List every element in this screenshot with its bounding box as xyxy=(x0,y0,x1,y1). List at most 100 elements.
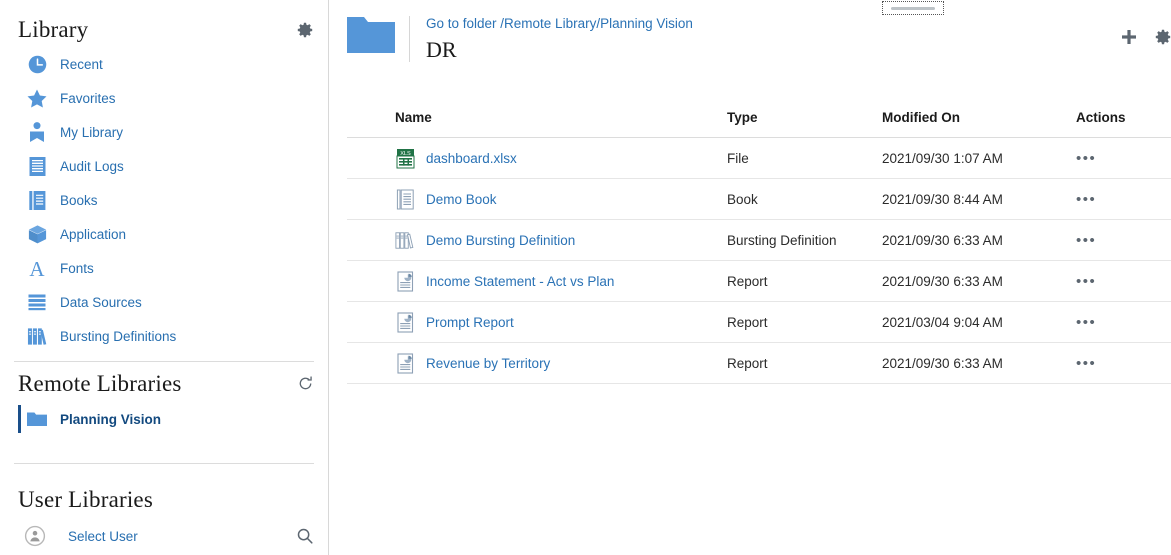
table-row[interactable]: Revenue by Territory Report 2021/09/30 6… xyxy=(347,342,1171,384)
sidebar-item-recent[interactable]: Recent xyxy=(0,47,328,81)
row-actions-button[interactable]: ••• xyxy=(1076,274,1096,289)
divider xyxy=(14,463,314,464)
cell-type: Report xyxy=(727,342,882,384)
cell-modified-on: 2021/09/30 6:33 AM xyxy=(882,219,1072,261)
select-user-row[interactable]: Select User xyxy=(0,517,328,555)
user-circle-icon xyxy=(24,525,46,547)
cell-name: Revenue by Territory xyxy=(347,342,727,384)
sidebar-item-label: Books xyxy=(60,192,98,208)
lines-document-icon xyxy=(26,155,48,177)
sidebar-item-label: Data Sources xyxy=(60,294,142,310)
report-icon xyxy=(395,311,415,333)
library-nav-list: Recent Favorites My Library Audit Logs B… xyxy=(0,47,328,353)
cell-name: Demo Bursting Definition xyxy=(347,219,727,261)
folder-icon xyxy=(26,408,48,430)
sidebar-item-data-sources[interactable]: Data Sources xyxy=(0,285,328,319)
table-row[interactable]: Demo Book Book 2021/09/30 8:44 AM ••• xyxy=(347,178,1171,220)
file-name-link[interactable]: Demo Book xyxy=(426,192,497,207)
remote-libraries-header: Remote Libraries xyxy=(0,362,328,397)
file-name-link[interactable]: Income Statement - Act vs Plan xyxy=(426,274,614,289)
remote-libraries-list: Planning Vision xyxy=(0,403,328,435)
user-libraries-header: User Libraries xyxy=(0,478,328,517)
cell-actions: ••• xyxy=(1072,342,1171,384)
cube-icon xyxy=(26,223,48,245)
sidebar-item-label: Application xyxy=(60,226,127,242)
cell-type: File xyxy=(727,137,882,179)
file-table: Name Type Modified On Actions XLS dashbo… xyxy=(347,110,1171,384)
row-actions-button[interactable]: ••• xyxy=(1076,356,1096,371)
sidebar-item-label: Favorites xyxy=(60,90,116,106)
sidebar-item-planning-vision[interactable]: Planning Vision xyxy=(0,403,328,435)
column-header-type[interactable]: Type xyxy=(727,110,882,138)
cell-name: Income Statement - Act vs Plan xyxy=(347,260,727,302)
gear-icon[interactable] xyxy=(1154,28,1171,46)
search-icon[interactable] xyxy=(296,527,314,545)
row-actions-button[interactable]: ••• xyxy=(1076,233,1096,248)
library-title: Library xyxy=(18,17,89,42)
report-icon xyxy=(395,270,415,292)
letter-a-icon: A xyxy=(26,257,48,279)
page-title: DR xyxy=(426,36,457,62)
column-header-actions: Actions xyxy=(1072,110,1171,138)
sidebar: Library Recent Favorites My Library Audi… xyxy=(0,0,329,555)
stacked-bars-icon xyxy=(26,291,48,313)
cell-actions: ••• xyxy=(1072,301,1171,343)
cell-modified-on: 2021/09/30 8:44 AM xyxy=(882,178,1072,220)
cell-name: XLS dashboard.xlsx xyxy=(347,137,727,179)
library-header: Library xyxy=(0,0,328,41)
table-row[interactable]: Demo Bursting Definition Bursting Defini… xyxy=(347,219,1171,261)
sidebar-item-label: Recent xyxy=(60,56,103,72)
books-shelf-icon xyxy=(395,229,415,251)
star-icon xyxy=(26,87,48,109)
cell-type: Report xyxy=(727,260,882,302)
sidebar-item-books[interactable]: Books xyxy=(0,183,328,217)
cell-name: Prompt Report xyxy=(347,301,727,343)
clock-icon xyxy=(26,53,48,75)
sidebar-item-favorites[interactable]: Favorites xyxy=(0,81,328,115)
cell-type: Report xyxy=(727,301,882,343)
row-actions-button[interactable]: ••• xyxy=(1076,192,1096,207)
select-user-label: Select User xyxy=(68,528,138,544)
gear-icon[interactable] xyxy=(296,21,314,39)
row-actions-button[interactable]: ••• xyxy=(1076,151,1096,166)
file-name-link[interactable]: Prompt Report xyxy=(426,315,514,330)
file-name-link[interactable]: Demo Bursting Definition xyxy=(426,233,575,248)
cell-actions: ••• xyxy=(1072,178,1171,220)
user-libraries-title: User Libraries xyxy=(18,487,153,512)
book-icon xyxy=(395,188,415,210)
breadcrumb[interactable]: Go to folder /Remote Library/Planning Vi… xyxy=(426,16,693,33)
table-row[interactable]: Prompt Report Report 2021/03/04 9:04 AM … xyxy=(347,301,1171,343)
cell-actions: ••• xyxy=(1072,219,1171,261)
table-row[interactable]: XLS dashboard.xlsx File 2021/09/30 1:07 … xyxy=(347,137,1171,179)
library-browser: Library Recent Favorites My Library Audi… xyxy=(0,0,1171,555)
file-name-link[interactable]: Revenue by Territory xyxy=(426,356,550,371)
cell-name: Demo Book xyxy=(347,178,727,220)
column-header-modified-on[interactable]: Modified On xyxy=(882,110,1072,138)
sidebar-item-bursting-definitions[interactable]: Bursting Definitions xyxy=(0,319,328,353)
sidebar-item-label: Planning Vision xyxy=(60,411,162,427)
refresh-icon[interactable] xyxy=(297,375,314,392)
row-actions-button[interactable]: ••• xyxy=(1076,315,1096,330)
cell-modified-on: 2021/09/30 6:33 AM xyxy=(882,342,1072,384)
xls-file-icon: XLS xyxy=(395,147,415,169)
sidebar-item-my-library[interactable]: My Library xyxy=(0,115,328,149)
cell-type: Book xyxy=(727,178,882,220)
cell-modified-on: 2021/09/30 1:07 AM xyxy=(882,137,1072,179)
column-header-name[interactable]: Name xyxy=(347,110,727,138)
user-libraries-section: User Libraries Select User xyxy=(0,455,328,555)
sidebar-item-label: My Library xyxy=(60,124,124,140)
sidebar-item-label: Audit Logs xyxy=(60,158,124,174)
table-header-row: Name Type Modified On Actions xyxy=(347,110,1171,138)
svg-text:A: A xyxy=(29,258,45,279)
book-icon xyxy=(26,189,48,211)
cell-modified-on: 2021/09/30 6:33 AM xyxy=(882,260,1072,302)
sidebar-item-fonts[interactable]: A Fonts xyxy=(0,251,328,285)
plus-icon[interactable] xyxy=(1120,28,1138,46)
sidebar-item-label: Fonts xyxy=(60,260,94,276)
sidebar-item-application[interactable]: Application xyxy=(0,217,328,251)
cell-type: Bursting Definition xyxy=(727,219,882,261)
sidebar-item-audit-logs[interactable]: Audit Logs xyxy=(0,149,328,183)
file-name-link[interactable]: dashboard.xlsx xyxy=(426,151,517,166)
table-row[interactable]: Income Statement - Act vs Plan Report 20… xyxy=(347,260,1171,302)
content-header: Go to folder /Remote Library/Planning Vi… xyxy=(329,0,1171,62)
